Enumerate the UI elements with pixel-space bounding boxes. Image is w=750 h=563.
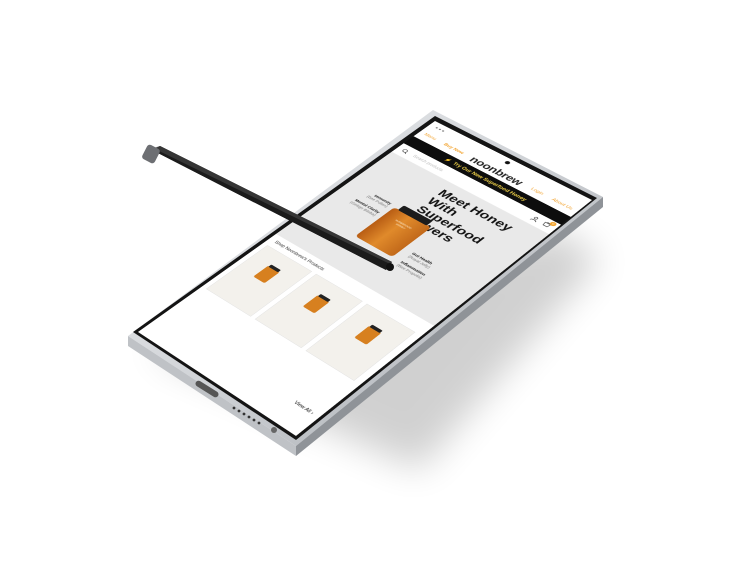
nav-link-about[interactable]: About Us bbox=[550, 198, 573, 211]
chevron-right-icon: › bbox=[309, 410, 315, 416]
search-icon[interactable] bbox=[400, 148, 410, 154]
nav-link-menu[interactable]: Menu bbox=[423, 133, 438, 141]
stylus-slot bbox=[271, 427, 277, 433]
view-all-label: View All bbox=[292, 400, 313, 414]
nav-link-login[interactable]: Login bbox=[530, 187, 545, 196]
front-camera bbox=[503, 160, 512, 165]
cart-button[interactable]: 0 bbox=[539, 220, 558, 229]
user-icon[interactable] bbox=[529, 215, 541, 223]
lightning-icon: ⚡ bbox=[442, 156, 454, 164]
view-all-link[interactable]: View All › bbox=[293, 400, 315, 415]
nav-link-buy-now[interactable]: Buy Now bbox=[442, 143, 465, 155]
